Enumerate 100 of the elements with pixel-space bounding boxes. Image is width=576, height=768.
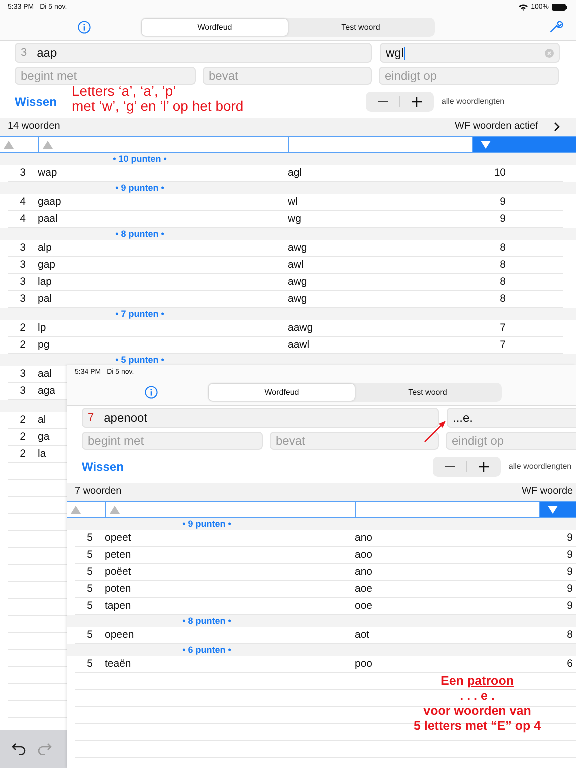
clear-button[interactable]: Wissen [82, 460, 124, 474]
filter-field[interactable]: eindigt op [379, 67, 559, 85]
letters-cell: wg [288, 213, 302, 225]
word-cell: poten [105, 583, 132, 595]
sort-up-icon [110, 506, 120, 514]
points-cell: 8 [500, 276, 506, 288]
segment-tab[interactable]: Wordfeud [209, 384, 355, 400]
minus-icon [378, 100, 388, 102]
letter-count: 7 [88, 412, 94, 424]
points-cell: 9 [500, 196, 506, 208]
word-cell: wap [38, 167, 58, 179]
filter-field[interactable]: begint met [15, 67, 196, 85]
minus-icon [444, 466, 455, 468]
wf-label[interactable]: WF woorden actief [455, 121, 538, 133]
info-icon[interactable] [145, 386, 158, 398]
length-cell: 3 [20, 293, 26, 305]
undo-icon[interactable] [12, 743, 26, 755]
section-label: • 8 punten • [182, 616, 232, 626]
points-cell: 9 [567, 600, 573, 612]
battery-icon [552, 4, 568, 10]
word-cell: pg [38, 339, 50, 351]
filter-field[interactable]: bevat [270, 432, 439, 450]
length-cell: 5 [87, 532, 93, 544]
word-cell: paal [38, 213, 58, 225]
board-value: ...e. [453, 411, 474, 425]
length-cell: 5 [87, 583, 93, 595]
length-cell: 5 [87, 600, 93, 612]
points-cell: 7 [500, 322, 506, 334]
points-cell: 9 [567, 583, 573, 595]
word-cell: poëet [105, 566, 132, 578]
section-label: • 9 punten • [182, 519, 232, 529]
length-cell: 2 [20, 414, 26, 426]
segment-tab[interactable]: Test woord [288, 18, 434, 36]
length-stepper[interactable] [366, 92, 434, 112]
points-cell: 8 [500, 259, 506, 271]
points-cell: 9 [567, 566, 573, 578]
letters-cell: aoo [355, 549, 373, 561]
word-cell: lp [38, 322, 46, 334]
redo-icon[interactable] [38, 743, 52, 755]
letters-cell: aawg [288, 322, 314, 334]
points-cell: 8 [500, 293, 506, 305]
section-label: • 5 punten • [114, 355, 166, 365]
result-count: 14 woorden [8, 121, 62, 133]
letters-cell: ano [355, 566, 373, 578]
length-cell: 2 [20, 322, 26, 334]
section-label: • 9 punten • [114, 183, 166, 193]
length-cell: 3 [20, 276, 26, 288]
letters-cell: aoe [355, 583, 373, 595]
word-cell: aga [38, 385, 56, 397]
sort-header[interactable] [472, 137, 576, 152]
letters-cell: awl [288, 259, 304, 271]
word-cell: opeet [105, 532, 132, 544]
length-cell: 4 [20, 196, 26, 208]
letters-cell: aot [355, 629, 370, 641]
board-field[interactable]: wgl [380, 43, 560, 63]
letters-cell: wl [288, 196, 298, 208]
length-cell: 3 [20, 167, 26, 179]
segment-tab[interactable]: Test woord [355, 384, 501, 400]
word-cell: gaap [38, 196, 62, 208]
filter-field[interactable]: begint met [82, 432, 263, 450]
length-cell: 3 [20, 368, 26, 380]
length-stepper[interactable] [432, 456, 501, 476]
annotation-text: Letters ‘a’, ‘a’, ‘p’ met ‘w’, ‘g’ en ‘l’ op het bord [72, 84, 244, 115]
length-cell: 5 [87, 566, 93, 578]
word-cell: alp [38, 242, 52, 254]
length-cell: 3 [20, 259, 26, 271]
board-field[interactable]: ...e. [447, 408, 576, 428]
points-cell: 8 [567, 629, 573, 641]
sort-up-icon [43, 140, 53, 148]
length-cell: 4 [20, 213, 26, 225]
length-cell: 3 [20, 242, 26, 254]
filter-field[interactable]: bevat [203, 67, 372, 85]
letters-value: apenoot [104, 411, 148, 425]
wrench-icon[interactable] [549, 20, 563, 34]
points-cell: 8 [500, 242, 506, 254]
length-label: alle woordlengten [508, 462, 572, 471]
length-cell: 2 [20, 339, 26, 351]
sort-up-icon [4, 140, 14, 148]
sort-down-icon [481, 140, 491, 148]
filter-field[interactable]: eindigt op [446, 432, 576, 450]
letters-cell: awg [288, 293, 308, 305]
length-cell: 3 [20, 385, 26, 397]
length-cell: 5 [87, 549, 93, 561]
letters-cell: ooe [355, 600, 373, 612]
letters-cell: agl [288, 167, 302, 179]
wf-label[interactable]: WF woorde [522, 486, 574, 498]
points-cell: 9 [567, 549, 573, 561]
segment-tab[interactable]: Wordfeud [142, 18, 288, 36]
word-cell: peten [105, 549, 132, 561]
info-icon[interactable] [78, 20, 91, 34]
points-cell: 9 [567, 532, 573, 544]
clear-button[interactable]: Wissen [15, 94, 57, 108]
letters-field[interactable]: 7 apenoot [82, 408, 439, 428]
chevron-right-icon[interactable] [554, 122, 560, 132]
letters-field[interactable]: 3 aap [15, 43, 372, 63]
plus-icon [479, 462, 490, 472]
annotation-arrow [424, 420, 448, 444]
wifi-icon [519, 4, 528, 10]
plus-icon [412, 96, 422, 106]
letters-cell: ano [355, 532, 373, 544]
